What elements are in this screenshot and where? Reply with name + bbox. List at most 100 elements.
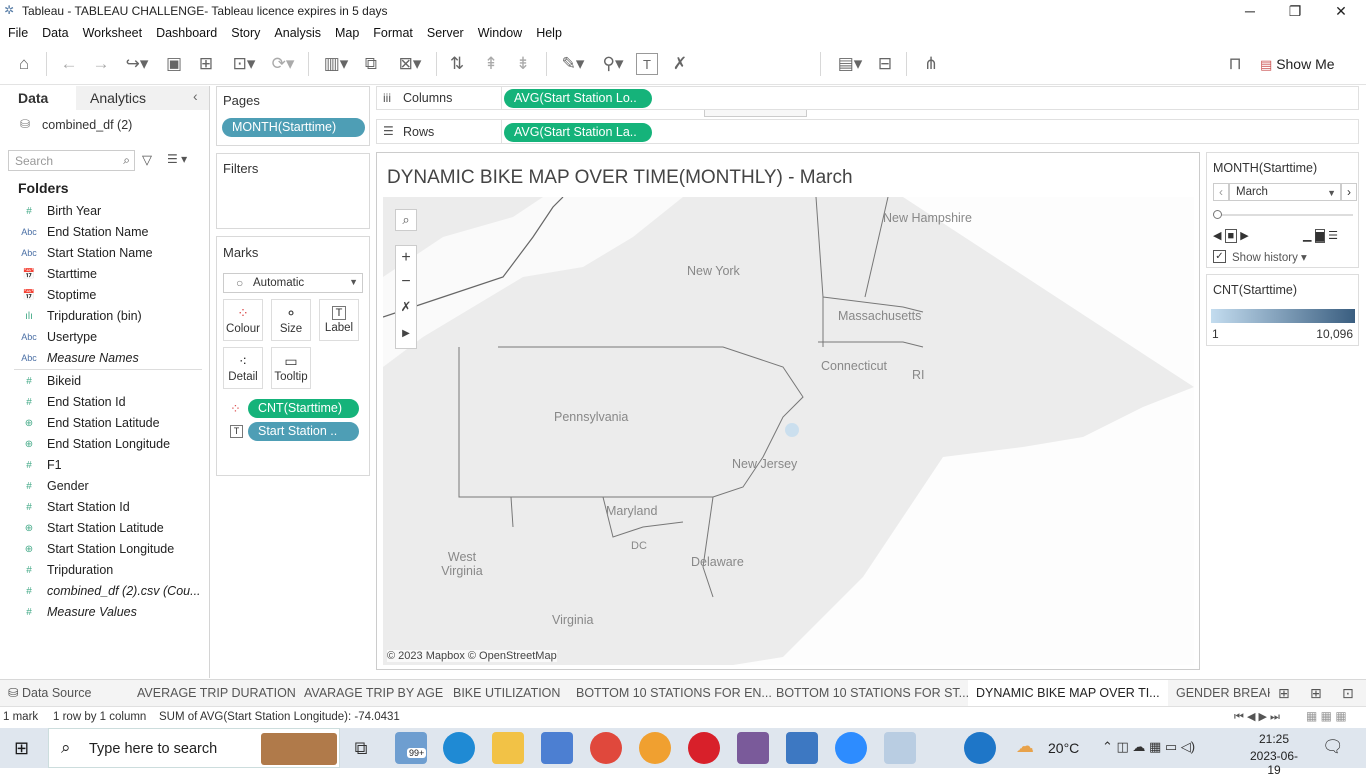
- field-item[interactable]: ⊕ Start Station Longitude: [0, 539, 208, 560]
- duplicate-sheet-icon[interactable]: ⧉: [360, 53, 382, 75]
- previous-page-icon[interactable]: ‹: [1213, 183, 1229, 201]
- show-history-label[interactable]: Show history ▾: [1232, 250, 1307, 264]
- sheet-nav-icons[interactable]: ⏮ ◀ ▶ ⏭: [1234, 710, 1280, 724]
- columns-shelf[interactable]: iii Columns AVG(Start Station Lo..: [376, 86, 1359, 110]
- undo-icon[interactable]: ←: [58, 53, 80, 75]
- map-search-icon[interactable]: ⌕: [395, 209, 417, 231]
- menu-help[interactable]: Help: [529, 23, 569, 43]
- colour-legend[interactable]: CNT(Starttime) 1 10,096: [1206, 274, 1359, 346]
- opera-icon[interactable]: [688, 732, 720, 764]
- menu-analysis[interactable]: Analysis: [267, 23, 328, 43]
- field-item[interactable]: Abc Start Station Name: [0, 243, 208, 264]
- view-toggle-icons[interactable]: ▦ ▦ ▦: [1306, 709, 1347, 723]
- zoom-in-icon[interactable]: +: [396, 246, 416, 270]
- sheet-tab[interactable]: BIKE UTILIZATION: [445, 680, 568, 706]
- map-tools-play-icon[interactable]: ▶: [396, 320, 416, 348]
- presentation-icon[interactable]: ▤▾: [832, 53, 868, 75]
- menu-worksheet[interactable]: Worksheet: [76, 23, 150, 43]
- datasource-name[interactable]: combined_df (2): [42, 118, 132, 132]
- pages-pill[interactable]: MONTH(Starttime): [222, 118, 365, 137]
- clock-date[interactable]: 2023-06-19: [1244, 749, 1304, 777]
- rows-shelf[interactable]: ☰ Rows AVG(Start Station La..: [376, 119, 1359, 144]
- field-item[interactable]: # F1: [0, 455, 208, 476]
- home-icon[interactable]: ⌂: [12, 53, 36, 75]
- sheet-tab[interactable]: BOTTOM 10 STATIONS FOR ST...: [768, 680, 977, 706]
- play-forward-icon[interactable]: ▶: [1240, 230, 1248, 242]
- notifications-icon[interactable]: 🗨: [1322, 737, 1344, 757]
- page-slider-thumb[interactable]: [1213, 210, 1222, 219]
- sheet-tab[interactable]: BOTTOM 10 STATIONS FOR EN...: [568, 680, 780, 706]
- share-icon[interactable]: ⋔: [920, 53, 942, 75]
- collapse-pane-icon[interactable]: ‹: [193, 88, 198, 104]
- field-item[interactable]: # Gender: [0, 476, 208, 497]
- next-page-icon[interactable]: ›: [1341, 183, 1357, 201]
- tooltip-icon[interactable]: ⊓: [1224, 53, 1246, 75]
- columns-pill[interactable]: AVG(Start Station Lo..: [504, 89, 652, 108]
- zoom-out-icon[interactable]: −: [396, 270, 416, 294]
- redo-icon[interactable]: →: [90, 53, 112, 75]
- play-back-icon[interactable]: ◀: [1213, 230, 1221, 242]
- show-labels-icon[interactable]: T: [636, 53, 658, 75]
- sheet-tab[interactable]: AVARAGE TRIP BY AGE: [296, 680, 451, 706]
- map[interactable]: New Hampshire New York Massachusetts Con…: [383, 197, 1194, 665]
- menu-window[interactable]: Window: [471, 23, 529, 43]
- highlight-icon[interactable]: ✎▾: [556, 53, 590, 75]
- menu-data[interactable]: Data: [35, 23, 75, 43]
- view-options-icon[interactable]: ☰ ▾: [167, 152, 187, 166]
- system-tray-icons[interactable]: ⌃ ◫ ☁ ▦ ▭ ◁): [1102, 739, 1195, 755]
- tab-analytics[interactable]: Analytics: [76, 86, 209, 110]
- colour-button[interactable]: ⁘ Colour: [223, 299, 263, 341]
- field-item[interactable]: Abc Measure Names: [0, 348, 208, 369]
- field-item[interactable]: Abc Usertype: [0, 327, 208, 348]
- file-explorer-icon[interactable]: [492, 732, 524, 764]
- mark-type-dropdown[interactable]: ○ Automatic ▼: [223, 273, 363, 293]
- show-history-checkbox[interactable]: ✓: [1213, 250, 1226, 263]
- slack-icon[interactable]: [737, 732, 769, 764]
- menu-file[interactable]: File: [1, 23, 35, 43]
- field-item[interactable]: # Start Station Id: [0, 497, 208, 518]
- sheet-tab[interactable]: AVERAGE TRIP DURATION: [129, 680, 304, 706]
- show-me-button[interactable]: ▤ Show Me: [1260, 53, 1335, 75]
- group-icon[interactable]: ⚲▾: [596, 53, 630, 75]
- mail-app-icon[interactable]: 99+: [395, 732, 427, 764]
- edge-icon[interactable]: [443, 732, 475, 764]
- menu-map[interactable]: Map: [328, 23, 366, 43]
- sort-descending-icon[interactable]: ⇟: [512, 53, 534, 75]
- taskbar-search[interactable]: ⌕ Type here to search: [48, 728, 340, 768]
- sort-ascending-icon[interactable]: ⇞: [480, 53, 502, 75]
- new-datasource-icon[interactable]: ⊞: [196, 53, 216, 75]
- present-icon[interactable]: ⊟: [874, 53, 896, 75]
- field-item[interactable]: 📅 Stoptime: [0, 285, 208, 306]
- reset-map-icon[interactable]: ✗: [396, 294, 416, 320]
- fix-axes-icon[interactable]: ✗: [668, 53, 692, 75]
- tab-data[interactable]: Data: [0, 86, 76, 110]
- store-icon[interactable]: [541, 732, 573, 764]
- photos-icon[interactable]: [786, 732, 818, 764]
- sheet-tab[interactable]: GENDER BREAKI: [1168, 680, 1270, 706]
- speed-slow-icon[interactable]: ▁: [1303, 230, 1311, 242]
- search-input[interactable]: Search ⌕: [8, 150, 135, 171]
- pause-updates-icon[interactable]: ⊡▾: [226, 53, 262, 75]
- detail-button[interactable]: ⁖ Detail: [223, 347, 263, 389]
- chrome-icon[interactable]: [590, 732, 622, 764]
- forward-icon[interactable]: ↪▾: [120, 53, 154, 75]
- field-item[interactable]: Abc End Station Name: [0, 222, 208, 243]
- windows-start-icon[interactable]: ⊞: [14, 738, 29, 759]
- speed-fast-icon[interactable]: ☰: [1328, 230, 1338, 242]
- rows-pill[interactable]: AVG(Start Station La..: [504, 123, 652, 142]
- filters-card[interactable]: Filters: [216, 153, 370, 229]
- field-item[interactable]: ⊕ End Station Latitude: [0, 413, 208, 434]
- field-item[interactable]: 📅 Starttime: [0, 264, 208, 285]
- maximize-button[interactable]: ❐: [1272, 0, 1318, 23]
- field-item[interactable]: ⊕ End Station Longitude: [0, 434, 208, 455]
- new-dashboard-icon[interactable]: ⊞: [1310, 680, 1322, 706]
- zoom-icon[interactable]: [835, 732, 867, 764]
- tableau-taskbar-icon[interactable]: [884, 732, 916, 764]
- tooltip-button[interactable]: ▭ Tooltip: [271, 347, 311, 389]
- field-item[interactable]: # End Station Id: [0, 392, 208, 413]
- field-item[interactable]: # Birth Year: [0, 201, 208, 222]
- clear-sheet-icon[interactable]: ⊠▾: [392, 53, 428, 75]
- new-worksheet-icon[interactable]: ▥▾: [318, 53, 354, 75]
- field-item[interactable]: ılı Tripduration (bin): [0, 306, 208, 327]
- data-source-tab[interactable]: ⛁ Data Source: [8, 680, 128, 706]
